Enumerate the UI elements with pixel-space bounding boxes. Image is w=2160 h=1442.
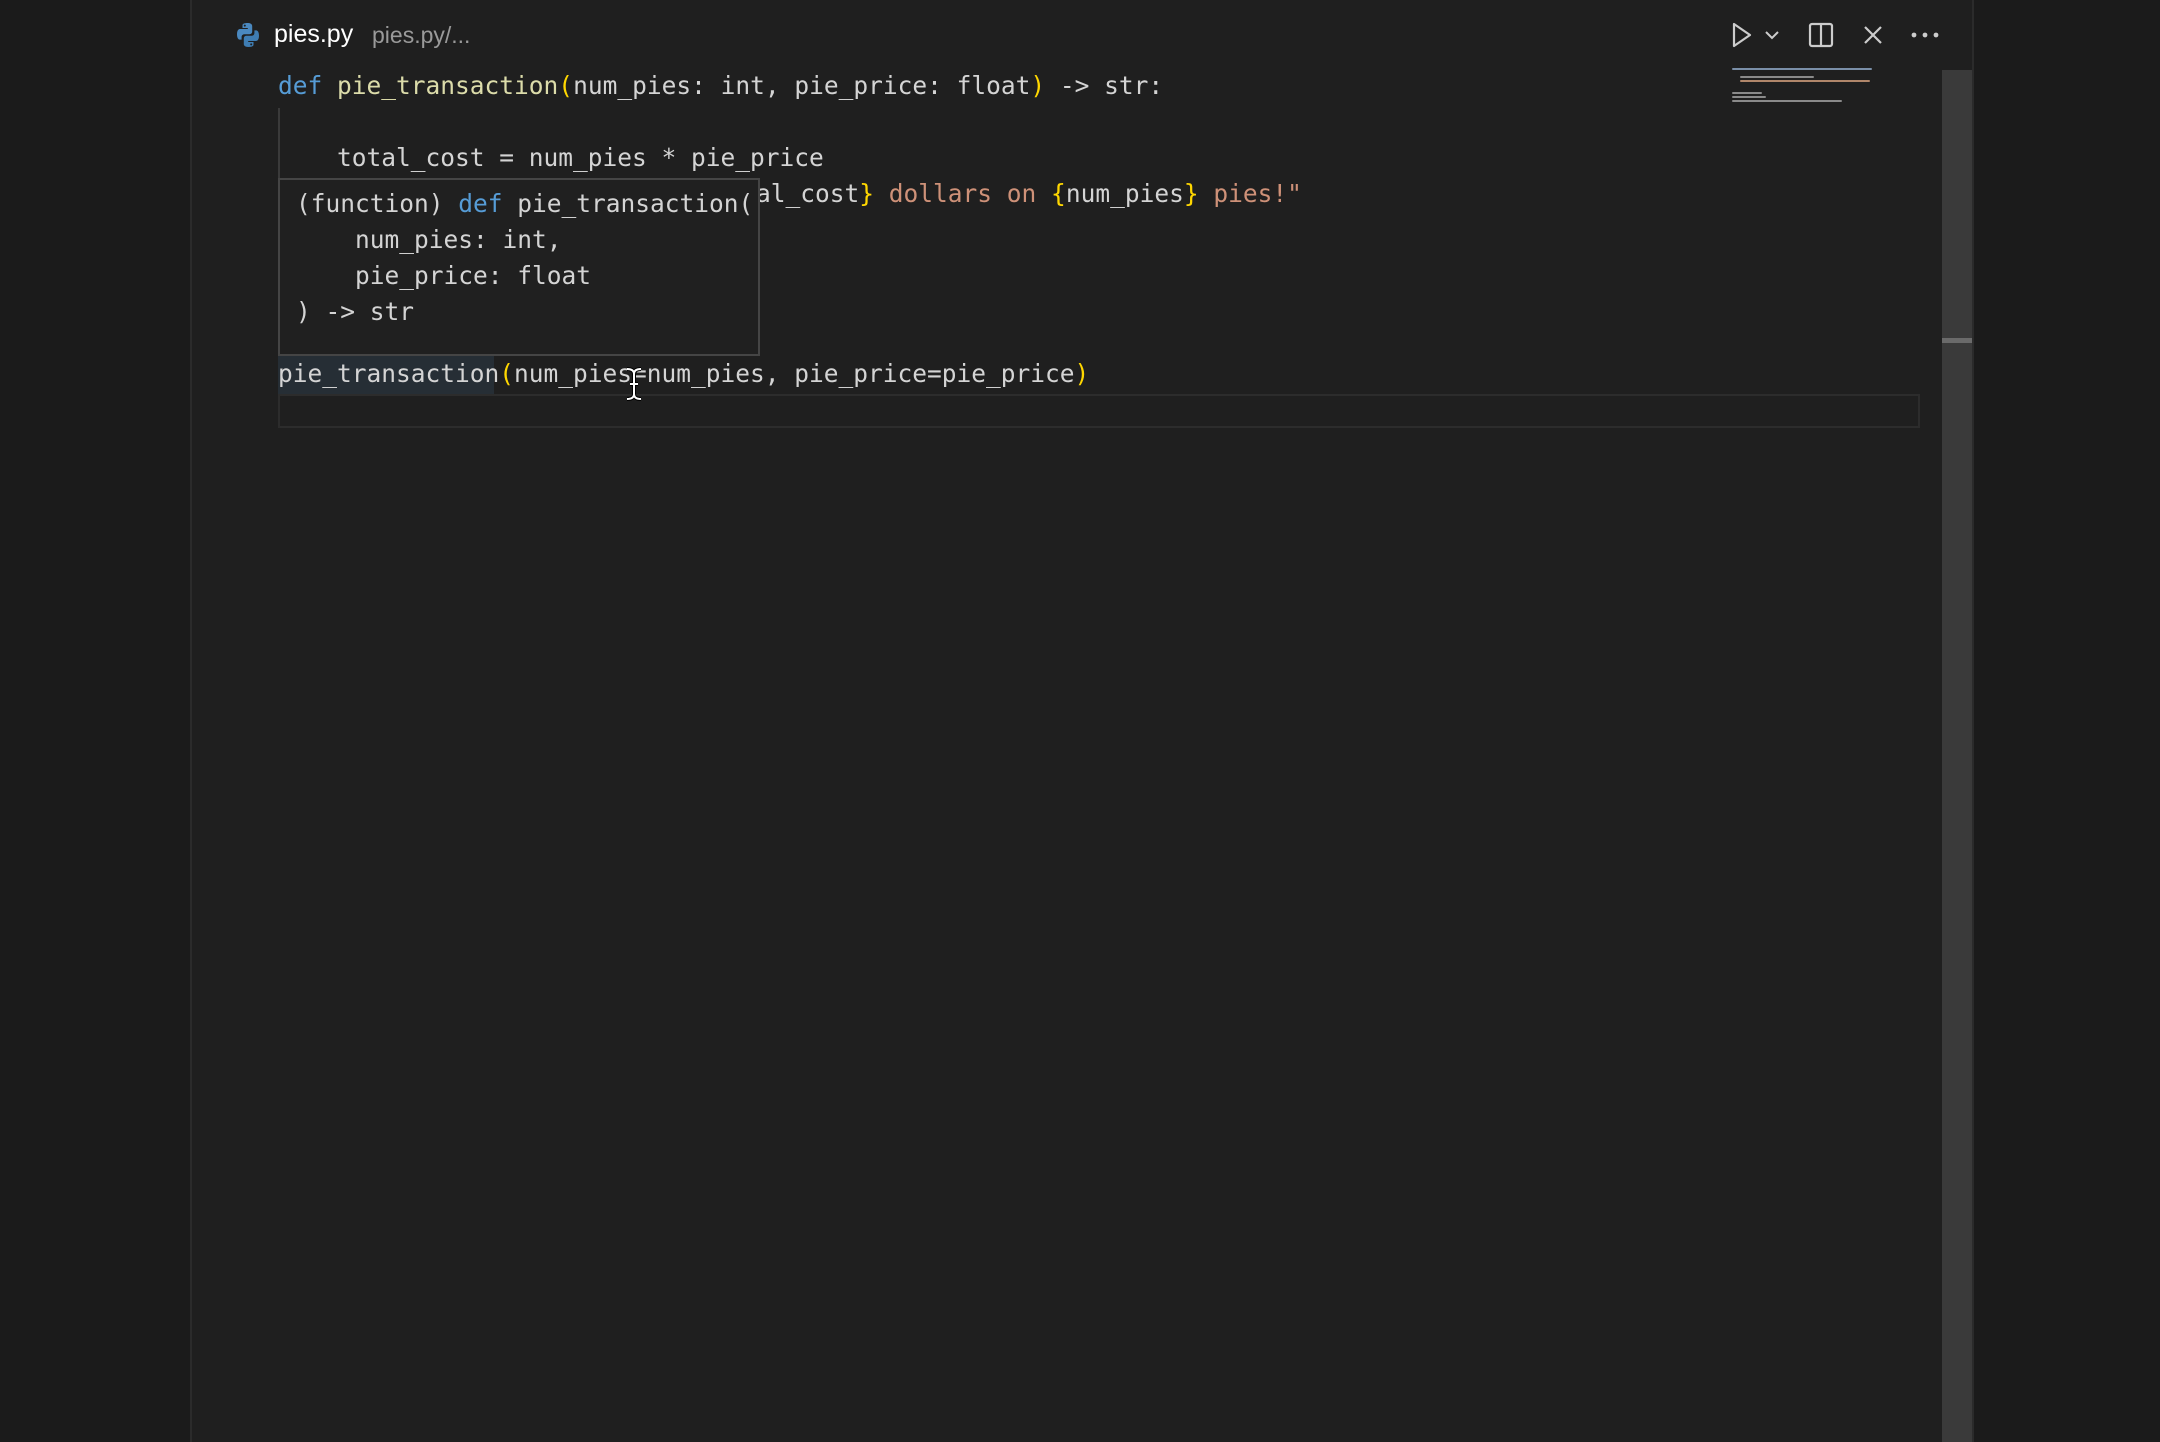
arguments: num_pies=num_pies, pie_price=pie_price [514, 359, 1075, 388]
hover-tooltip: (function) def pie_transaction( num_pies… [278, 178, 760, 356]
bracket: } [1183, 179, 1199, 208]
bracket: ( [499, 359, 515, 388]
split-editor-icon[interactable] [1806, 18, 1836, 52]
right-panel [1972, 0, 2160, 1442]
statement: total_cost = num_pies * pie_price [278, 143, 824, 172]
code-line-3: total_cost = num_pies * pie_price [278, 140, 824, 176]
variable: al_cost [756, 179, 860, 208]
hover-param-line: pie_price: float [296, 261, 592, 290]
vertical-scrollbar[interactable] [1942, 70, 1972, 1442]
hover-keyword: def [458, 189, 503, 218]
text-cursor-icon [622, 366, 646, 402]
bracket: ) [1074, 359, 1090, 388]
hover-signature-line: (function) def pie_transaction( [296, 186, 753, 222]
chevron-down-icon[interactable] [1762, 18, 1782, 52]
code-line-1: def pie_transaction(num_pies: int, pie_p… [278, 68, 1163, 104]
code-editor[interactable]: pies.py pies.py/... def pie_transaction(… [192, 0, 1972, 1442]
editor-tab-bar: pies.py pies.py/... [192, 0, 1972, 70]
code-line-9: pie_transaction(num_pies=num_pies, pie_p… [278, 356, 1089, 392]
editor-window: pies.py pies.py/... def pie_transaction(… [0, 0, 2160, 1442]
close-icon[interactable] [1858, 18, 1888, 52]
string: dollars on [874, 179, 1052, 208]
parameters: num_pies: int, pie_price: float [573, 71, 1031, 100]
hover-param-line: num_pies: int, [296, 225, 562, 254]
hover-function-name: pie_transaction( [502, 189, 754, 218]
variable: num_pies [1065, 179, 1184, 208]
string: pies!" [1198, 179, 1302, 208]
bracket: ) [1030, 71, 1046, 100]
tab-title[interactable]: pies.py [274, 20, 353, 49]
ellipsis-icon[interactable] [1908, 18, 1942, 52]
scrollbar-position-marker [1942, 338, 1972, 343]
function-call[interactable]: pie_transaction [278, 359, 499, 388]
minimap[interactable] [1732, 64, 1892, 114]
keyword: def [278, 71, 323, 100]
play-icon[interactable] [1728, 18, 1756, 52]
left-panel [0, 0, 192, 1442]
bracket: { [1051, 179, 1066, 208]
python-file-icon [236, 22, 260, 48]
bracket: } [859, 179, 875, 208]
return-annotation: -> str: [1045, 71, 1164, 100]
tab-path: pies.py/... [372, 22, 471, 48]
current-line-highlight [278, 394, 1920, 428]
bracket: ( [558, 71, 574, 100]
hover-kind: (function) [296, 189, 459, 218]
function-name: pie_transaction [337, 71, 559, 100]
hover-return-line: ) -> str [296, 297, 415, 326]
